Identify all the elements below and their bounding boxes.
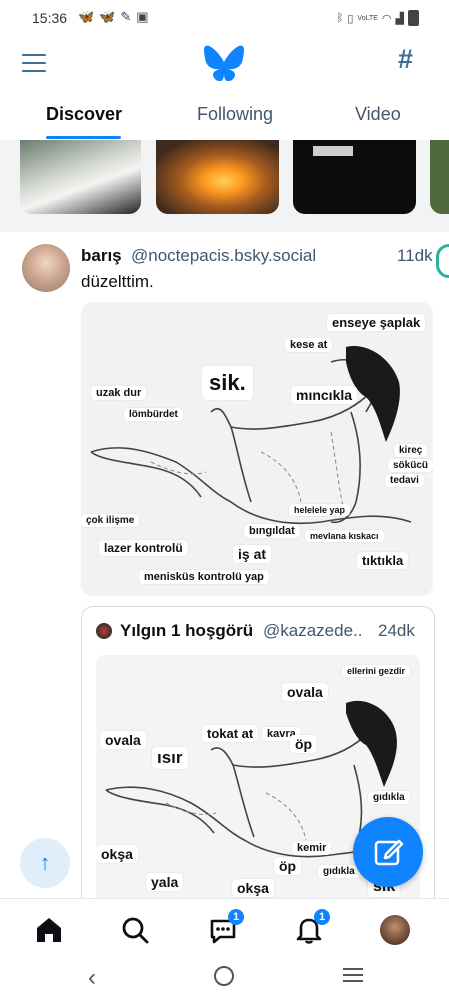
image-label: iş at: [233, 545, 272, 563]
hashtag-icon[interactable]: #: [398, 44, 413, 75]
notifications-badge: 1: [314, 909, 330, 925]
arrow-up-icon: ↑: [39, 850, 51, 875]
system-navigation: ‹: [0, 960, 449, 1000]
tab-discover[interactable]: Discover: [46, 104, 122, 125]
image-label: ellerini gezdir: [342, 665, 411, 677]
floating-bubble-icon[interactable]: [436, 244, 449, 278]
bell-icon[interactable]: 1: [292, 909, 330, 947]
avatar[interactable]: [380, 915, 410, 945]
image-label: uzak dur: [91, 386, 147, 400]
image-label: çok ilişme: [81, 514, 140, 527]
wifi-icon: ◠: [381, 12, 392, 25]
image-label: sik.: [202, 366, 253, 400]
hamburger-icon[interactable]: [22, 54, 46, 74]
image-label: gıdıkla: [368, 791, 410, 804]
compose-post-button[interactable]: [353, 817, 423, 887]
bluesky-icon: 🦋: [78, 9, 95, 24]
image-label: okşa: [96, 845, 138, 863]
quoted-post-time[interactable]: 24dk: [378, 621, 415, 641]
image-label: sökücü: [388, 459, 433, 472]
home-icon[interactable]: [32, 913, 66, 947]
quoted-author-handle[interactable]: @kazazede..: [263, 621, 362, 641]
app-header: #: [0, 36, 449, 92]
quoted-author-avatar[interactable]: [96, 623, 112, 639]
bottom-navigation: 1 1: [0, 898, 449, 961]
post-author-name[interactable]: barış: [81, 246, 122, 266]
image-label: menisküs kontrolü yap: [139, 570, 269, 584]
image-label: ısır: [152, 747, 188, 769]
image-label: mıncıkla: [291, 386, 358, 404]
image-label: lazer kontrolü: [99, 540, 188, 556]
video-carousel: [0, 140, 449, 232]
video-thumbnail[interactable]: [293, 140, 416, 214]
home-circle-icon[interactable]: [214, 966, 234, 986]
tab-video[interactable]: Video: [355, 104, 401, 125]
post-author-handle[interactable]: @noctepacis.bsky.social: [131, 246, 316, 266]
app-icon: ✎: [120, 9, 132, 24]
status-time: 15:36: [32, 10, 68, 26]
image-label: enseye şaplak: [327, 314, 426, 331]
battery-icon: [408, 10, 419, 26]
app-icon: ▣: [136, 9, 149, 24]
active-tab-indicator: [46, 136, 121, 139]
vibrate-icon: ▯: [347, 12, 354, 25]
bluesky-icon: 🦋: [99, 9, 116, 24]
image-label: okşa: [232, 879, 274, 897]
back-icon[interactable]: ‹: [88, 964, 96, 992]
chat-badge: 1: [228, 909, 244, 925]
recents-icon[interactable]: [343, 968, 363, 982]
image-label: kireç: [394, 444, 428, 457]
video-thumbnail[interactable]: [20, 140, 141, 214]
quoted-author-name[interactable]: Yılgın 1 hoşgörü: [120, 621, 253, 641]
thumbnail-graphic: [313, 146, 353, 156]
post-image[interactable]: enseye şaplak kese at sik. mıncıkla uzak…: [81, 302, 433, 596]
status-bar: 15:36 🦋 🦋 ✎ ▣ ᛒ ▯ VoLTE ◠ ▟: [0, 0, 449, 36]
image-label: ovala: [282, 683, 328, 701]
image-label: helelele yap: [289, 504, 351, 516]
image-label: tıktıkla: [357, 552, 409, 569]
signal-icon: ▟: [395, 12, 404, 25]
image-label: tedavi: [385, 474, 424, 487]
compose-icon: [374, 839, 404, 866]
feed-tabs: Discover Following Video: [0, 92, 449, 141]
image-label: öp: [290, 735, 318, 753]
image-label: lömbürdet: [124, 408, 183, 421]
post-time[interactable]: 11dk: [397, 246, 433, 266]
lte-icon: VoLTE: [357, 14, 378, 22]
system-icons: ᛒ ▯ VoLTE ◠ ▟: [337, 10, 419, 26]
bluetooth-icon: ᛒ: [336, 12, 344, 24]
bluesky-butterfly-icon[interactable]: [204, 45, 244, 82]
image-label: kese at: [285, 338, 333, 352]
video-thumbnail[interactable]: [156, 140, 279, 214]
image-label: kemir: [292, 841, 332, 855]
video-thumbnail[interactable]: [430, 140, 449, 214]
image-label: ovala: [100, 731, 146, 749]
search-icon[interactable]: [118, 913, 152, 947]
image-label: öp: [274, 857, 302, 875]
tab-following[interactable]: Following: [197, 104, 273, 125]
image-label: mevlana kıskacı: [305, 530, 384, 542]
notification-icons: 🦋 🦋 ✎ ▣: [78, 9, 149, 25]
post-text: düzelttim.: [81, 272, 154, 291]
image-label: tokat at: [202, 725, 259, 742]
image-label: bıngıldat: [244, 524, 300, 538]
scroll-to-top-button[interactable]: ↑: [20, 838, 70, 888]
post-author-avatar[interactable]: [22, 244, 70, 292]
chat-icon[interactable]: 1: [206, 909, 244, 947]
image-label: yala: [146, 873, 184, 891]
